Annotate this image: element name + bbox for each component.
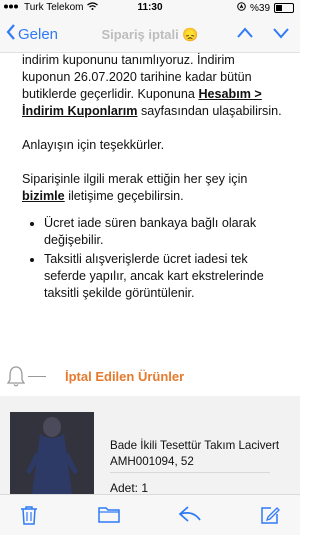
message-navigation bbox=[236, 24, 290, 42]
next-message-button[interactable] bbox=[272, 24, 290, 42]
list-item: Taksitli alışverişlerde ücret iadesi tek… bbox=[44, 251, 284, 302]
refund-info-list: Ücret iade süren bankaya bağlı olarak de… bbox=[22, 215, 284, 302]
divider bbox=[28, 376, 46, 377]
coupon-paragraph: indirim kuponunu tanımlıyoruz. İndirim k… bbox=[22, 52, 284, 120]
product-quantity: Adet: 1 bbox=[110, 481, 149, 495]
divider bbox=[110, 472, 270, 473]
bell-icon bbox=[6, 364, 26, 393]
trash-icon[interactable] bbox=[20, 505, 38, 530]
location-icon bbox=[237, 2, 246, 14]
thanks-paragraph: Anlayışın için teşekkürler. bbox=[22, 138, 165, 152]
product-name[interactable]: Bade İkili Tesettür Takım Lacivert AMH00… bbox=[110, 438, 290, 470]
mail-toolbar bbox=[0, 494, 300, 535]
contact-link[interactable]: bizimle bbox=[22, 189, 65, 203]
folder-icon[interactable] bbox=[98, 505, 120, 528]
contact-paragraph: Siparişinle ilgili merak ettiğin her şey… bbox=[22, 171, 284, 205]
contact-text: Siparişinle ilgili merak ettiğin her şey… bbox=[22, 172, 248, 186]
contact-text-end: iletişime geçebilirsin. bbox=[64, 189, 184, 203]
previous-message-button[interactable] bbox=[236, 24, 254, 42]
product-image[interactable] bbox=[10, 412, 94, 494]
cancelled-products-header: İptal Edilen Ürünler bbox=[0, 360, 300, 392]
status-right: %39 bbox=[237, 2, 294, 14]
message-body: indirim kuponunu tanımlıyoruz. İndirim k… bbox=[22, 52, 284, 304]
compose-icon[interactable] bbox=[260, 505, 280, 530]
coupon-text-end: sayfasından ulaşabilirsin. bbox=[137, 104, 282, 118]
battery-percent: %39 bbox=[249, 2, 270, 14]
chevron-up-icon bbox=[237, 27, 253, 38]
section-title: İptal Edilen Ürünler bbox=[65, 369, 185, 384]
status-bar: Turk Telekom 11:30 %39 bbox=[0, 0, 300, 16]
product-photo bbox=[10, 412, 94, 494]
chevron-down-icon bbox=[273, 28, 289, 39]
list-item: Ücret iade süren bankaya bağlı olarak de… bbox=[44, 215, 284, 249]
reply-icon[interactable] bbox=[178, 505, 202, 528]
mail-nav-bar: Gelen Sipariş iptali 😞 bbox=[0, 16, 300, 53]
battery-icon bbox=[274, 3, 294, 13]
